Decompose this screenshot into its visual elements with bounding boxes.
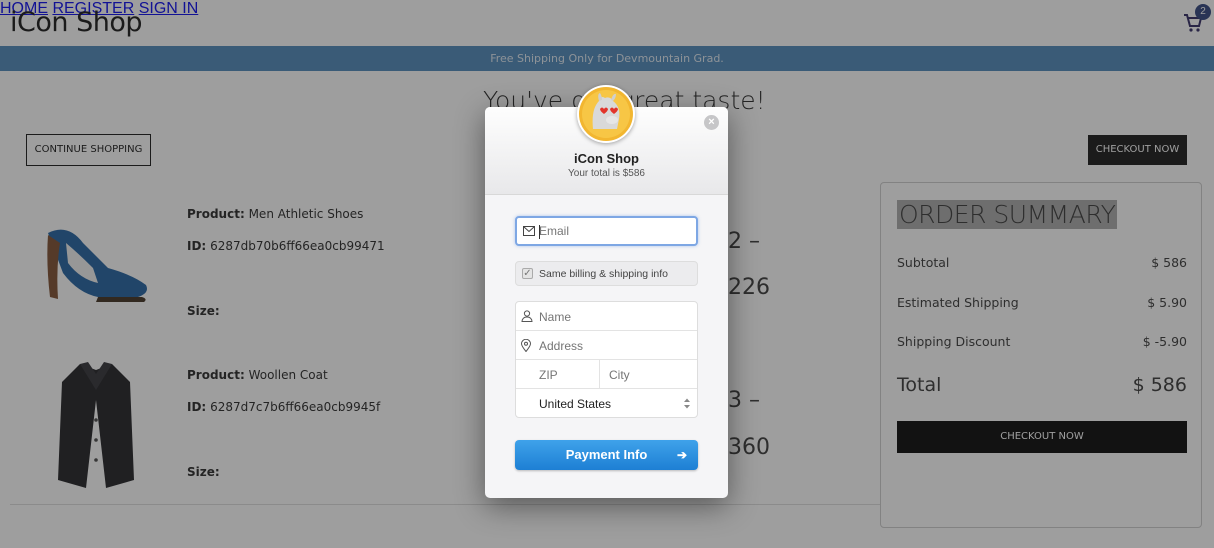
zip-input[interactable]: [516, 360, 600, 389]
zip-city-row: [516, 360, 697, 389]
modal-total-text: Your total is $586: [568, 168, 645, 179]
checkout-modal: × iCon Shop Your total is $586 ✓ Same bi…: [485, 85, 728, 498]
email-input[interactable]: [517, 218, 696, 244]
address-input[interactable]: [516, 331, 697, 360]
modal-header: × iCon Shop Your total is $586: [485, 85, 728, 195]
person-icon: [521, 310, 533, 322]
address-fieldset: United States: [515, 301, 698, 418]
text-cursor: [539, 225, 540, 239]
close-icon[interactable]: ×: [704, 115, 719, 130]
payment-info-button[interactable]: Payment Info ➔: [515, 440, 698, 470]
llama-logo-icon: [577, 85, 635, 143]
address-field[interactable]: [516, 331, 697, 360]
modal-shop-name: iCon Shop: [574, 151, 639, 166]
envelope-icon: [523, 226, 535, 236]
location-pin-icon: [521, 339, 531, 352]
country-selected-value: United States: [539, 397, 612, 411]
select-arrows-icon: [684, 398, 690, 409]
payment-info-label: Payment Info: [565, 447, 648, 462]
email-field[interactable]: [515, 216, 698, 246]
name-input[interactable]: [516, 302, 697, 331]
arrow-right-icon: ➔: [676, 448, 687, 462]
country-select[interactable]: United States: [516, 389, 697, 418]
city-field[interactable]: [600, 360, 697, 389]
same-billing-checkbox-row[interactable]: ✓ Same billing & shipping info: [515, 261, 698, 286]
same-billing-label: Same billing & shipping info: [539, 268, 668, 280]
same-billing-checkbox[interactable]: ✓: [522, 268, 533, 279]
city-input[interactable]: [600, 360, 697, 389]
name-field[interactable]: [516, 302, 697, 331]
zip-field[interactable]: [516, 360, 600, 389]
